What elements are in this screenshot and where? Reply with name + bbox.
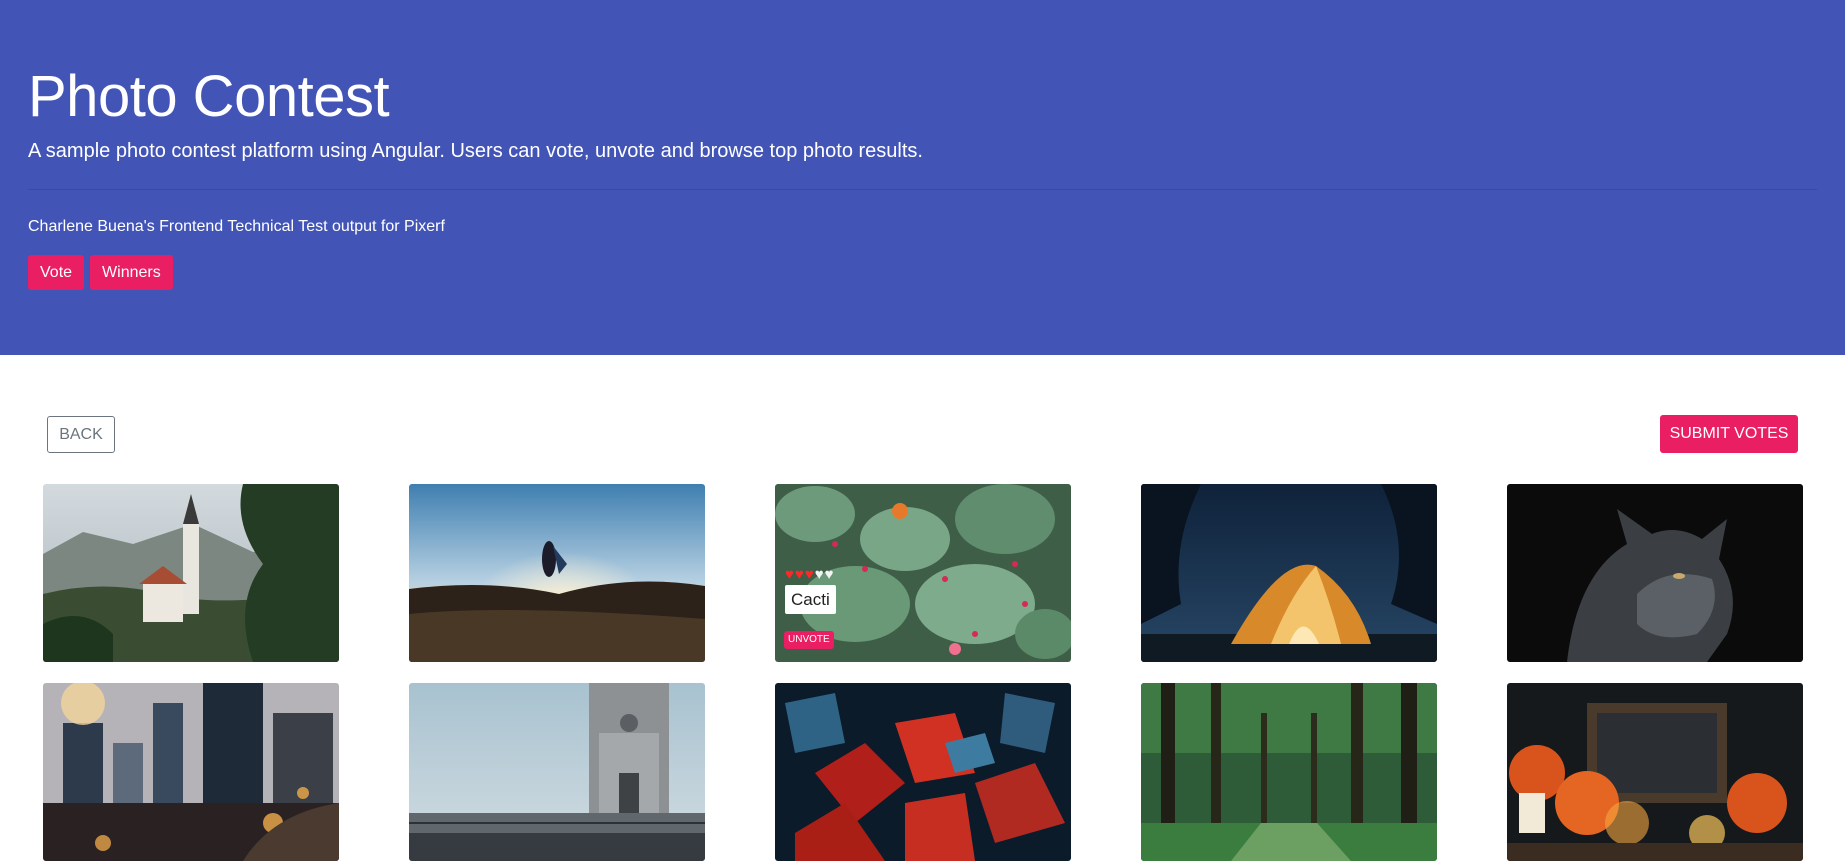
photo-halloween-pumpkins [1507,683,1803,861]
photo-card-forest[interactable] [1141,683,1437,861]
photo-card-cat[interactable] [1507,484,1803,662]
photo-red-succulents [775,683,1071,861]
credit-text: Charlene Buena's Frontend Technical Test… [28,218,445,235]
back-button[interactable]: BACK [47,416,115,453]
photo-card-church[interactable] [43,484,339,662]
photo-tent-night [1141,484,1437,662]
page-title: Photo Contest [28,64,390,129]
heart-filled-icon[interactable]: ♥ [785,566,795,583]
page-lead: A sample photo contest platform using An… [28,140,923,162]
photo-clock-tower [409,683,705,861]
photo-gray-cat [1507,484,1803,662]
vote-button[interactable]: Vote [28,255,85,290]
photo-title: Cacti [785,585,836,614]
hero-banner: Photo Contest A sample photo contest pla… [0,0,1845,355]
photo-forest-path [1141,683,1437,861]
photo-card-cacti[interactable]: ♥♥♥♥♥ Cacti UNVOTE [775,484,1071,662]
rating-hearts[interactable]: ♥♥♥♥♥ [785,566,835,583]
heart-empty-icon[interactable]: ♥ [815,566,825,583]
photo-card-city[interactable] [43,683,339,861]
winners-button[interactable]: Winners [90,255,173,290]
photo-city-lights [43,683,339,861]
photo-card-halloween[interactable] [1507,683,1803,861]
heart-filled-icon[interactable]: ♥ [795,566,805,583]
photo-sunset-jump [409,484,705,662]
heart-filled-icon[interactable]: ♥ [805,566,815,583]
photo-card-sunset[interactable] [409,484,705,662]
photo-church-lake [43,484,339,662]
submit-votes-button[interactable]: SUBMIT VOTES [1660,415,1798,453]
divider [28,189,1817,190]
hero-nav: Vote Winners [28,255,173,290]
heart-empty-icon[interactable]: ♥ [825,566,835,583]
photo-card-succulents[interactable] [775,683,1071,861]
photo-card-tent[interactable] [1141,484,1437,662]
photo-card-tower[interactable] [409,683,705,861]
unvote-button[interactable]: UNVOTE [784,631,834,649]
